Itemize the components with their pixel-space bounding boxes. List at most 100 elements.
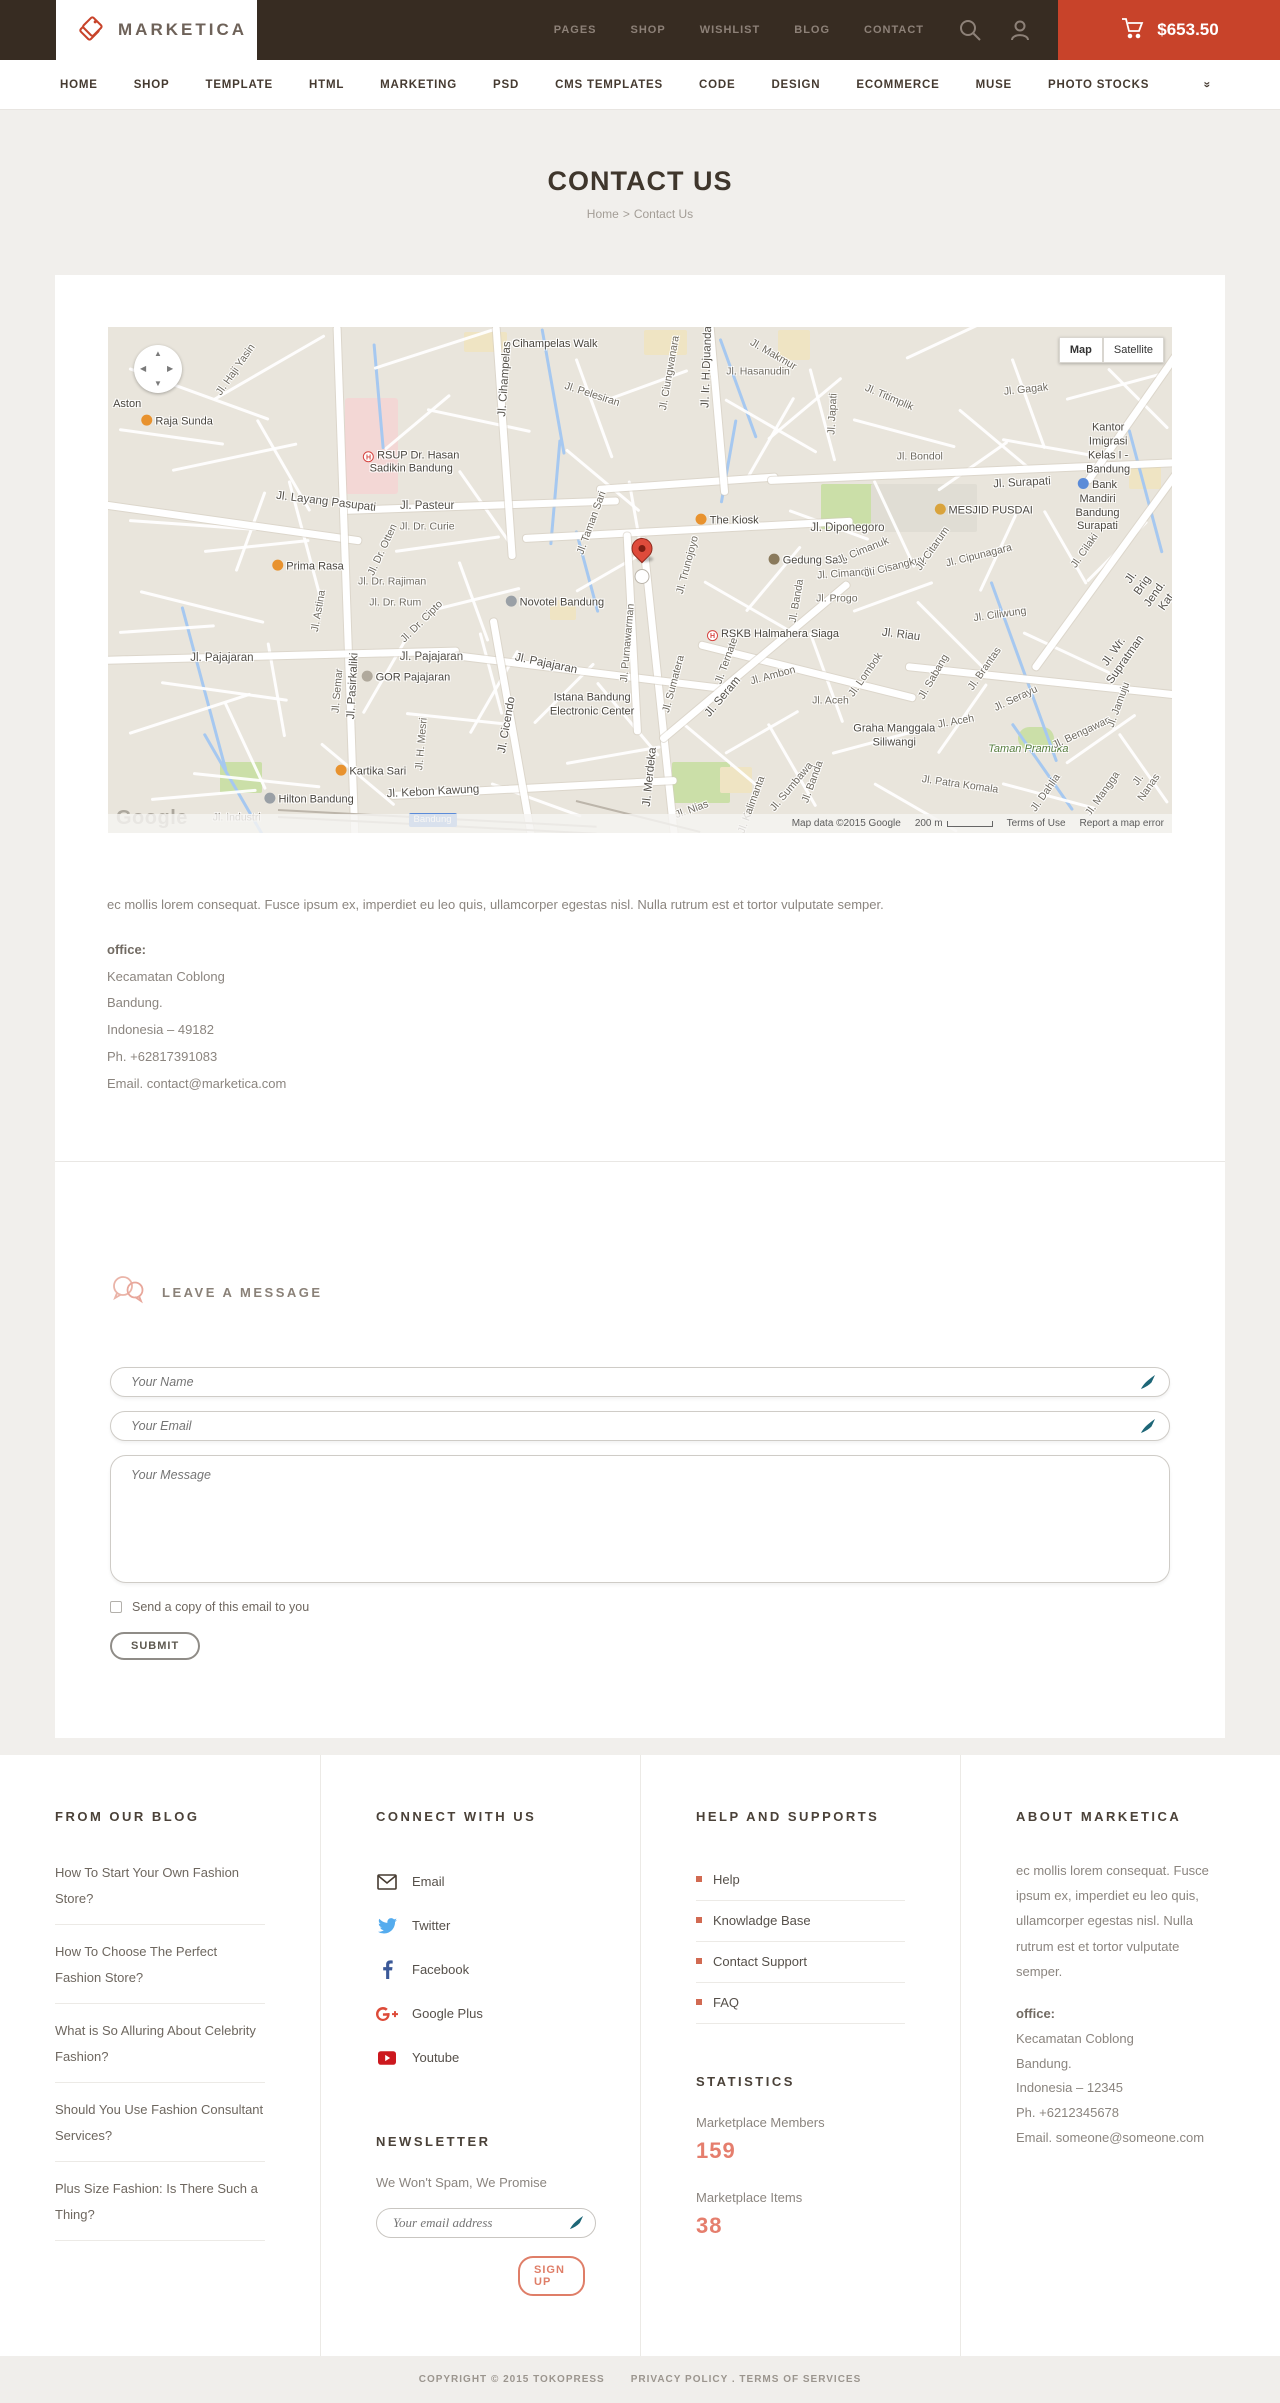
- top-nav-item-contact[interactable]: CONTACT: [864, 24, 924, 36]
- map-label: Jl. Trunojoyo: [673, 534, 701, 595]
- main-nav-item-shop[interactable]: SHOP: [134, 79, 170, 91]
- main-nav-item-photo-stocks[interactable]: PHOTO STOCKS: [1048, 79, 1149, 91]
- main-nav-item-marketing[interactable]: MARKETING: [380, 79, 457, 91]
- name-input[interactable]: [110, 1366, 1170, 1397]
- social-link-youtube[interactable]: Youtube: [376, 2036, 585, 2080]
- social-link-gplus[interactable]: Google Plus: [376, 1992, 585, 2036]
- legal-links[interactable]: PRIVACY POLICY . TERMS OF SERVICES: [631, 2374, 862, 2385]
- street: [905, 327, 1004, 361]
- copyright-text: COPYRIGHT © 2015 TOKOPRESS: [418, 2373, 605, 2385]
- signup-button[interactable]: SIGN UP: [518, 2255, 585, 2296]
- chat-bubbles-icon: [110, 1274, 146, 1311]
- map-data-credit: Map data ©2015 Google: [791, 818, 901, 829]
- send-copy-checkbox[interactable]: [110, 1600, 122, 1613]
- hotel-poi-icon: [505, 595, 517, 607]
- street: [565, 745, 661, 766]
- main-road: [389, 776, 678, 799]
- blog-post-link[interactable]: How To Start Your Own Fashion Store?: [55, 1860, 265, 1925]
- main-nav-item-muse[interactable]: MUSE: [976, 79, 1012, 91]
- brand-name: MARKETICA: [118, 20, 247, 39]
- street: [118, 428, 225, 446]
- help-link-help[interactable]: Help: [696, 1860, 905, 1901]
- help-link-knowladge-base[interactable]: Knowladge Base: [696, 1901, 905, 1942]
- pan-down-icon[interactable]: ▼: [154, 379, 162, 388]
- restaurant-poi-icon: [141, 414, 153, 426]
- about-office: office: Kecamatan Coblong Bandung. Indones…: [1016, 2002, 1225, 2150]
- report-map-error-link[interactable]: Report a map error: [1080, 818, 1164, 829]
- breadcrumb-home[interactable]: Home: [587, 207, 619, 221]
- breadcrumb-current: Contact Us: [633, 207, 694, 221]
- site-footer: FROM OUR BLOG How To Start Your Own Fash…: [0, 1754, 1280, 2356]
- nav-more-chevron-icon[interactable]: »: [1200, 81, 1212, 88]
- top-nav-item-shop[interactable]: SHOP: [631, 24, 666, 36]
- message-form-section: LEAVE A MESSAGE Send a copy of this emai…: [55, 1160, 1225, 1738]
- main-nav-item-html[interactable]: HTML: [309, 79, 344, 91]
- street: [724, 709, 800, 755]
- pan-left-icon[interactable]: ◀: [140, 364, 146, 373]
- river: [574, 530, 600, 614]
- blog-post-link[interactable]: Plus Size Fashion: Is There Such a Thing…: [55, 2176, 265, 2241]
- help-link-faq[interactable]: FAQ: [696, 1983, 905, 2024]
- map-pan-control[interactable]: ▲ ▼ ◀ ▶: [134, 345, 182, 393]
- youtube-icon: [376, 2050, 398, 2065]
- search-icon[interactable]: [958, 18, 982, 42]
- map-label: Jl. Semar: [329, 668, 346, 714]
- map-canvas[interactable]: ▲ ▼ ◀ ▶ Map Satellite Google Map data ©2…: [108, 327, 1172, 833]
- facebook-icon: [376, 1960, 398, 1980]
- restaurant-poi-icon: [695, 513, 707, 525]
- pan-up-icon[interactable]: ▲: [154, 349, 162, 358]
- logo[interactable]: MARKETICA: [56, 0, 257, 60]
- user-account-icon[interactable]: [1008, 18, 1032, 42]
- blog-post-link[interactable]: How To Choose The Perfect Fashion Store?: [55, 1939, 265, 2004]
- footer-col-connect: CONNECT WITH US Email Twitter Facebook Goog…: [320, 1754, 640, 2356]
- pan-right-icon[interactable]: ▶: [167, 364, 173, 373]
- top-nav-item-blog[interactable]: BLOG: [794, 24, 830, 36]
- terms-of-use-link[interactable]: Terms of Use: [1007, 818, 1066, 829]
- top-nav-item-wishlist[interactable]: WISHLIST: [700, 24, 761, 36]
- help-link-contact-support[interactable]: Contact Support: [696, 1942, 905, 1983]
- submit-button[interactable]: SUBMIT: [110, 1631, 201, 1660]
- social-link-email[interactable]: Email: [376, 1860, 585, 1904]
- cart-button[interactable]: $653.50: [1058, 0, 1280, 60]
- map-type-satellite-button[interactable]: Satellite: [1102, 337, 1164, 363]
- bullet-icon: [696, 1917, 702, 1924]
- social-link-facebook[interactable]: Facebook: [376, 1948, 585, 1992]
- street: [160, 681, 288, 702]
- street: [128, 692, 252, 735]
- blog-post-link[interactable]: Should You Use Fashion Consultant Servic…: [55, 2097, 265, 2162]
- send-copy-label: Send a copy of this email to you: [132, 1599, 310, 1614]
- main-nav-item-template[interactable]: TEMPLATE: [206, 79, 274, 91]
- map-label: Jl. Sabang: [915, 652, 951, 702]
- help-label: Help: [713, 1871, 740, 1887]
- main-nav-item-design[interactable]: DESIGN: [771, 79, 820, 91]
- map-type-map-button[interactable]: Map: [1058, 337, 1103, 363]
- map-label: Bank Mandiri Bandung Surapati: [1075, 478, 1120, 533]
- street: [1043, 509, 1089, 586]
- newsletter-heading: NEWSLETTER: [376, 2133, 491, 2149]
- newsletter-email-input[interactable]: [376, 2207, 596, 2238]
- top-nav-item-pages[interactable]: PAGES: [554, 24, 597, 36]
- footer-col-about: ABOUT MARKETICA ec mollis lorem consequa…: [960, 1754, 1280, 2356]
- main-nav-item-ecommerce[interactable]: ECOMMERCE: [856, 79, 939, 91]
- main-nav-item-cms-templates[interactable]: CMS TEMPLATES: [555, 79, 663, 91]
- about-heading: ABOUT MARKETICA: [1016, 1808, 1182, 1824]
- help-label: Contact Support: [713, 1953, 807, 1969]
- message-textarea[interactable]: [110, 1454, 1170, 1583]
- main-nav-item-home[interactable]: HOME: [60, 79, 98, 91]
- office-line: Email. contact@marketica.com: [107, 1075, 287, 1091]
- social-link-twitter[interactable]: Twitter: [376, 1904, 585, 1948]
- main-nav-item-psd[interactable]: PSD: [493, 79, 519, 91]
- email-input[interactable]: [110, 1410, 1170, 1441]
- map-label: Jl. Wr. Supratman: [1099, 633, 1147, 687]
- street: [703, 580, 788, 631]
- bullet-icon: [696, 1999, 702, 2006]
- pen-icon: [1140, 1374, 1156, 1395]
- office-line: Bandung.: [107, 995, 163, 1011]
- map-label: Jl. Citarum: [912, 524, 952, 573]
- main-nav-item-code[interactable]: CODE: [699, 79, 735, 91]
- map-label: Jl. Bondol: [896, 449, 943, 462]
- blog-post-link[interactable]: What is So Alluring About Celebrity Fash…: [55, 2018, 265, 2083]
- street: [118, 623, 215, 634]
- bullet-icon: [696, 1958, 702, 1965]
- street: [936, 682, 988, 755]
